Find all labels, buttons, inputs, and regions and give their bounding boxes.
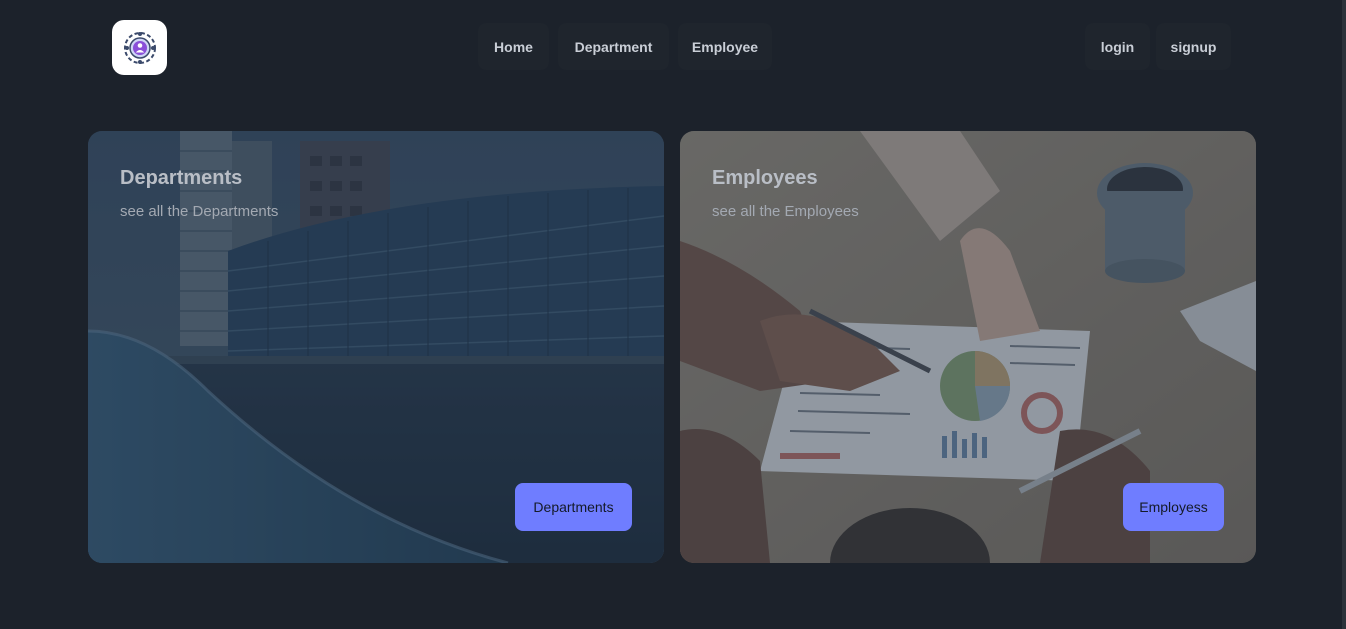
nav-home[interactable]: Home [478,23,549,70]
signup-button[interactable]: signup [1156,23,1231,70]
nav-department[interactable]: Department [558,23,669,70]
card-title: Employees [712,167,818,189]
departments-button[interactable]: Departments [515,483,632,531]
card-subtitle: see all the Departments [120,203,279,220]
card-subtitle: see all the Employees [712,203,859,220]
app-logo[interactable] [112,20,167,75]
page: Home Department Employee login signup De… [0,0,1346,629]
login-button[interactable]: login [1085,23,1150,70]
gear-people-logo-icon [123,31,156,64]
card-title: Departments [120,167,243,189]
departments-card: Departments see all the Departments Depa… [88,131,664,563]
employees-button[interactable]: Employess [1123,483,1224,531]
scrollbar[interactable] [1342,0,1346,629]
employees-card: Employees see all the Employees Employes… [680,131,1256,563]
nav-employee[interactable]: Employee [678,23,772,70]
